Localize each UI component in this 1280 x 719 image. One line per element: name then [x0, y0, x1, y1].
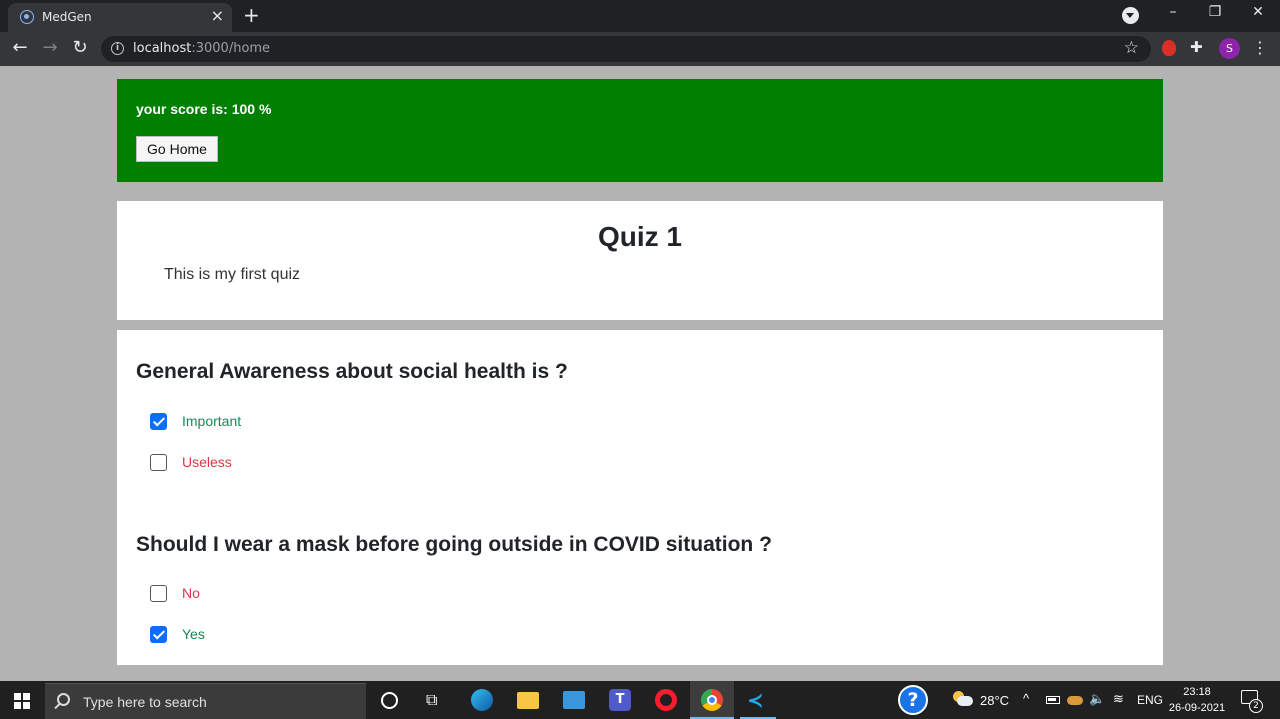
minimize-button[interactable]: –: [1158, 4, 1188, 20]
language-indicator[interactable]: ENG: [1137, 693, 1163, 707]
quiz-title: Quiz 1: [597, 221, 682, 252]
forward-arrow-icon[interactable]: →: [38, 37, 62, 59]
vscode-icon[interactable]: ≺: [747, 688, 769, 712]
browser-tab[interactable]: MedGen ×: [8, 3, 232, 32]
cortana-icon[interactable]: [381, 692, 398, 709]
address-bar[interactable]: i localhost:3000/home ☆: [101, 36, 1151, 62]
answer-label[interactable]: Important: [182, 413, 241, 429]
help-icon[interactable]: ?: [898, 685, 928, 715]
browser-toolbar: ← → ↻ i localhost:3000/home ☆: [0, 32, 1280, 66]
onedrive-icon[interactable]: [1067, 696, 1083, 705]
close-window-button[interactable]: ✕: [1243, 4, 1273, 20]
question-title: Should I wear a mask before going outsid…: [136, 533, 772, 556]
browser-menu-icon[interactable]: ⋮: [1252, 38, 1268, 57]
questions-card: General Awareness about social health is…: [117, 330, 1163, 665]
notification-count-badge: 2: [1249, 699, 1263, 713]
opera-browser-icon[interactable]: [655, 689, 677, 711]
answer-checkbox[interactable]: [150, 585, 167, 602]
score-text: your score is: 100 %: [136, 101, 272, 117]
quiz-description: This is my first quiz: [164, 266, 301, 283]
extension-icon[interactable]: [1162, 40, 1176, 56]
wifi-icon[interactable]: ≋: [1113, 691, 1124, 707]
clock-date: 26-09-2021: [1168, 702, 1226, 714]
battery-icon[interactable]: [1046, 696, 1060, 704]
temperature[interactable]: 28°C: [980, 693, 1009, 708]
go-home-button[interactable]: Go Home: [136, 136, 218, 162]
extensions-puzzle-icon[interactable]: ✚: [1190, 38, 1203, 56]
file-explorer-icon[interactable]: [517, 692, 539, 709]
system-clock[interactable]: 23:18 26-09-2021: [1166, 684, 1228, 716]
microsoft-store-icon[interactable]: [563, 691, 585, 709]
windows-taskbar: Type here to search ⧉ T ≺ ? 28°C ^ 🔈 ≋ E…: [0, 681, 1280, 719]
question-title: General Awareness about social health is…: [136, 360, 568, 383]
tab-search-icon[interactable]: [1122, 7, 1139, 24]
task-view-icon[interactable]: ⧉: [426, 690, 448, 712]
search-icon: [57, 693, 70, 706]
answer-checkbox[interactable]: [150, 626, 167, 643]
bookmark-star-icon[interactable]: ☆: [1124, 38, 1139, 58]
chrome-browser-icon[interactable]: [701, 689, 723, 711]
browser-tab-strip: MedGen × + – ❐ ✕: [0, 0, 1280, 32]
search-placeholder[interactable]: Type here to search: [83, 694, 207, 710]
answer-label[interactable]: Yes: [182, 626, 205, 642]
answer-label[interactable]: Useless: [182, 454, 232, 470]
score-panel: your score is: 100 % Go Home: [117, 79, 1163, 182]
back-arrow-icon[interactable]: ←: [8, 37, 32, 59]
teams-icon[interactable]: T: [609, 689, 631, 711]
taskbar-search-box[interactable]: Type here to search: [45, 683, 366, 719]
windows-start-icon[interactable]: [14, 693, 30, 709]
reload-icon[interactable]: ↻: [68, 37, 92, 59]
page-viewport: your score is: 100 % Go Home Quiz 1 This…: [0, 66, 1280, 681]
clock-time: 23:18: [1183, 686, 1211, 698]
tab-title: MedGen: [42, 10, 92, 24]
react-favicon-icon: [20, 10, 34, 24]
answer-checkbox[interactable]: [150, 454, 167, 471]
weather-icon[interactable]: [952, 691, 973, 706]
maximize-button[interactable]: ❐: [1200, 4, 1230, 20]
url-text[interactable]: localhost:3000/home: [133, 41, 270, 56]
answer-label[interactable]: No: [182, 585, 200, 601]
tab-close-icon[interactable]: ×: [211, 7, 224, 25]
new-tab-button[interactable]: +: [243, 4, 260, 26]
site-info-icon[interactable]: i: [111, 42, 124, 55]
edge-browser-icon[interactable]: [471, 689, 493, 711]
quiz-header-card: Quiz 1 This is my first quiz: [117, 201, 1163, 320]
show-hidden-icons-chevron-icon[interactable]: ^: [1023, 691, 1029, 706]
volume-icon[interactable]: 🔈: [1089, 691, 1105, 707]
answer-checkbox[interactable]: [150, 413, 167, 430]
profile-avatar[interactable]: S: [1219, 38, 1240, 59]
